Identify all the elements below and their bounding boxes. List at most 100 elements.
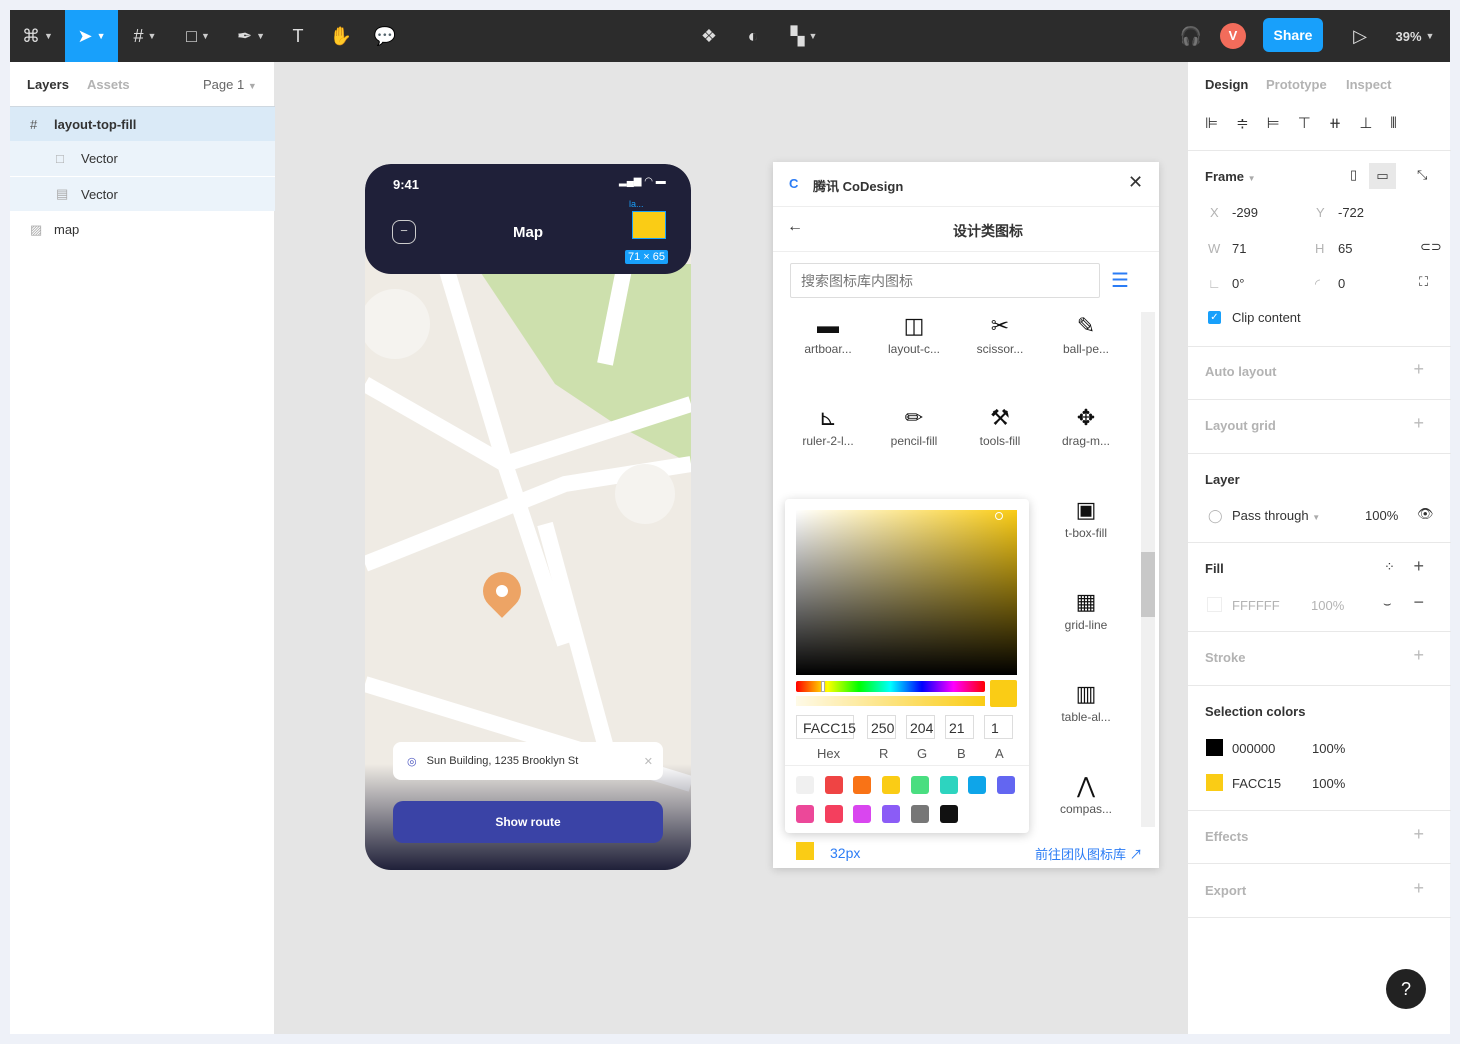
selected-layer[interactable] bbox=[632, 211, 666, 239]
preset-color-swatch[interactable] bbox=[882, 805, 901, 823]
icon-tile[interactable]: ▬ artboar... bbox=[785, 310, 871, 356]
text-tool-button[interactable]: T bbox=[280, 10, 316, 62]
page-selector[interactable]: Page 1 ▼ bbox=[203, 77, 257, 92]
layer-row[interactable]: ▨ map bbox=[10, 212, 275, 247]
icon-size[interactable]: 32px bbox=[830, 845, 860, 861]
address-field[interactable]: ◎ Sun Building, 1235 Brooklyn St ✕ bbox=[393, 742, 663, 780]
hex-input[interactable]: FACC15 bbox=[796, 715, 856, 739]
boolean-icon: ▚ bbox=[790, 25, 805, 46]
move-tool-button[interactable]: ➤ ▼ bbox=[65, 10, 118, 62]
icon-label: drag-m... bbox=[1061, 434, 1110, 448]
icon-tile[interactable]: ▣ t-box-fill bbox=[1043, 494, 1129, 540]
icon-tile[interactable]: ◫ layout-c... bbox=[871, 310, 957, 356]
layer-name: Vector bbox=[81, 151, 118, 166]
preset-color-swatch[interactable] bbox=[939, 776, 958, 794]
icon-tile[interactable]: ⚒ tools-fill bbox=[957, 402, 1043, 448]
mask-button[interactable]: ◐ bbox=[738, 10, 768, 62]
g-input[interactable]: 204 bbox=[906, 715, 935, 739]
status-icons: ▂▄▆ ◠ ▬ bbox=[619, 176, 666, 187]
tab-layers[interactable]: Layers bbox=[27, 77, 69, 92]
component-button[interactable]: ❖ bbox=[694, 10, 724, 62]
hand-icon: ✋ bbox=[329, 25, 353, 46]
compas-icon: ⋀ bbox=[1076, 773, 1096, 798]
preset-color-swatch[interactable] bbox=[796, 805, 814, 823]
icon-tile[interactable]: ⊾ ruler-2-l... bbox=[785, 402, 871, 448]
scissor-icon: ✂ bbox=[990, 313, 1010, 338]
preset-color-swatch[interactable] bbox=[796, 776, 814, 794]
preset-color-swatch[interactable] bbox=[939, 805, 958, 823]
preset-color-swatch[interactable] bbox=[882, 776, 901, 794]
icon-label: ruler-2-l... bbox=[802, 434, 854, 448]
icon-label: compas... bbox=[1059, 802, 1113, 816]
preset-color-swatch[interactable] bbox=[910, 805, 929, 823]
toolbar: ⌘ ▼ ➤ ▼ # ▼ □ ▼ ✒ ▼ T ✋ 💬 ❖ ◐ ▚ ▼ 🎧 V Share ▷ … bbox=[10, 10, 1450, 62]
icon-tile[interactable]: ▥ table-al... bbox=[1043, 678, 1129, 724]
component-icon: ❖ bbox=[700, 25, 718, 46]
icon-search-input[interactable] bbox=[790, 263, 1100, 298]
icon-tile[interactable]: ✏ pencil-fill bbox=[871, 402, 957, 448]
icon-tile[interactable]: ⋀ compas... bbox=[1043, 770, 1129, 816]
list-view-icon[interactable]: ☰ bbox=[1111, 268, 1129, 293]
icon-tile[interactable]: ✂ scissor... bbox=[957, 310, 1043, 356]
comment-tool-button[interactable]: 💬 bbox=[367, 10, 403, 62]
preset-color-swatch[interactable] bbox=[824, 776, 843, 794]
preset-color-swatch[interactable] bbox=[853, 776, 872, 794]
play-icon: ▷ bbox=[1353, 25, 1367, 46]
close-button[interactable]: ✕ bbox=[1128, 172, 1143, 193]
saturation-area[interactable] bbox=[796, 510, 1017, 675]
clear-icon[interactable]: ✕ bbox=[644, 755, 653, 768]
audio-button[interactable]: 🎧 bbox=[1176, 10, 1206, 62]
preset-color-swatch[interactable] bbox=[996, 776, 1015, 794]
icon-tile[interactable]: ✥ drag-m... bbox=[1043, 402, 1129, 448]
b-input[interactable]: 21 bbox=[945, 715, 974, 739]
shape-tool-button[interactable]: □ ▼ bbox=[175, 10, 221, 62]
boolean-button[interactable]: ▚ ▼ bbox=[782, 10, 826, 62]
hand-tool-button[interactable]: ✋ bbox=[323, 10, 359, 62]
layer-row[interactable]: ▤ Vector bbox=[10, 176, 275, 211]
team-link-text: 前往团队图标库 bbox=[1035, 847, 1127, 862]
alpha-slider[interactable] bbox=[796, 696, 985, 706]
icon-label: layout-c... bbox=[887, 342, 941, 356]
a-input[interactable]: 1 bbox=[984, 715, 1013, 739]
share-button[interactable]: Share bbox=[1263, 18, 1323, 52]
icon-tile[interactable]: ▦ grid-line bbox=[1043, 586, 1129, 632]
r-input[interactable]: 250 bbox=[867, 715, 896, 739]
layer-name: Vector bbox=[81, 186, 118, 202]
status-time: 9:41 bbox=[393, 177, 420, 192]
preset-color-swatch[interactable] bbox=[824, 805, 843, 823]
avatar[interactable]: V bbox=[1220, 23, 1246, 49]
hue-slider[interactable] bbox=[796, 681, 985, 692]
present-button[interactable]: ▷ bbox=[1345, 10, 1375, 62]
zoom-dropdown[interactable]: 39% ▼ bbox=[1390, 10, 1440, 62]
layout-c-icon: ◫ bbox=[903, 313, 925, 338]
plugin-title: 腾讯 CoDesign bbox=[813, 179, 904, 194]
vector-icon: ▤ bbox=[56, 186, 69, 201]
zoom-value: 39% bbox=[1395, 28, 1422, 44]
preset-color-swatch[interactable] bbox=[910, 776, 929, 794]
size-badge: 71 × 65 bbox=[625, 250, 669, 264]
icon-color-swatch[interactable] bbox=[796, 842, 814, 860]
preset-color-swatch[interactable] bbox=[853, 805, 872, 823]
contrast-icon: ◐ bbox=[747, 25, 759, 46]
icon-tile[interactable]: ✎ ball-pe... bbox=[1043, 310, 1129, 356]
help-button[interactable]: ? bbox=[1386, 969, 1426, 1009]
layer-row[interactable]: □ Vector bbox=[10, 141, 275, 176]
frame-tool-button[interactable]: # ▼ bbox=[122, 10, 168, 62]
layer-row[interactable]: # layout-top-fill bbox=[10, 106, 275, 141]
current-color-swatch bbox=[990, 680, 1017, 707]
pen-tool-button[interactable]: ✒ ▼ bbox=[228, 10, 274, 62]
codesign-logo-icon: C bbox=[789, 176, 799, 191]
text-icon: T bbox=[292, 25, 304, 46]
phone-frame[interactable]: 9:41 ▂▄▆ ◠ ▬ − Map la... 71 × 65 ◎ Sun Bu… bbox=[365, 164, 691, 870]
team-library-link[interactable]: 前往团队图标库 ↗ bbox=[1035, 844, 1143, 863]
canvas[interactable]: 9:41 ▂▄▆ ◠ ▬ − Map la... 71 × 65 ◎ Sun Bu… bbox=[275, 62, 1187, 1034]
pencil-fill-icon: ✏ bbox=[904, 405, 924, 430]
show-route-button[interactable]: Show route bbox=[393, 801, 663, 843]
g-label: G bbox=[917, 746, 928, 761]
main-menu-button[interactable]: ⌘ ▼ bbox=[10, 10, 65, 62]
icon-label: t-box-fill bbox=[1064, 526, 1107, 540]
tab-assets[interactable]: Assets bbox=[87, 77, 130, 92]
rectangle-icon: □ bbox=[186, 25, 197, 46]
preset-color-swatch[interactable] bbox=[968, 776, 987, 794]
scrollbar[interactable] bbox=[1141, 312, 1155, 827]
